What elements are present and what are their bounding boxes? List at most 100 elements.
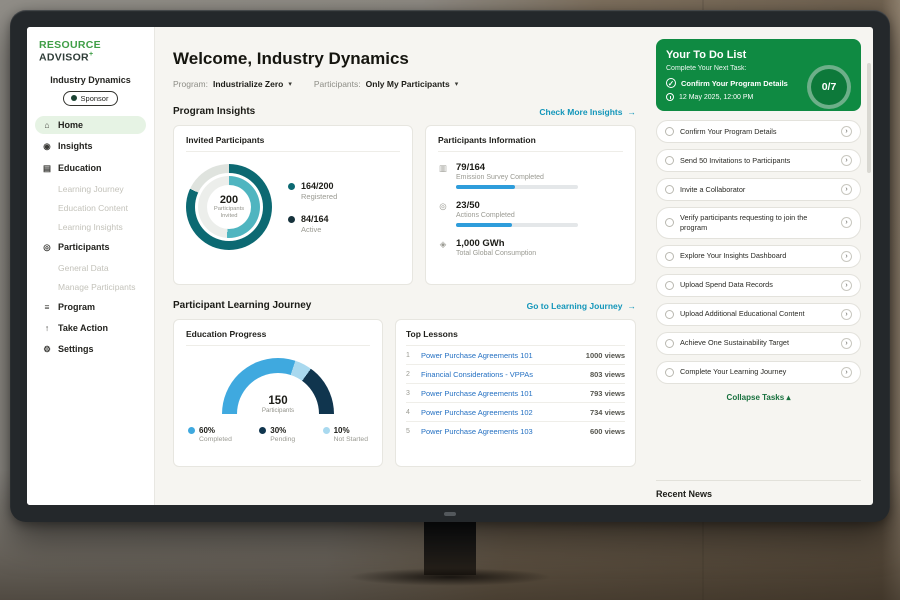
invited-participants-card: Invited Participants 200 Participants In… [173,125,413,285]
legend-label: Active [301,225,329,234]
chevron-up-icon: ▴ [786,393,790,402]
task-checkbox[interactable] [665,185,674,194]
sidebar-item-education[interactable]: ▤ Education [35,159,146,178]
stat-global-consumption: ◈ 1,000 GWh Total Global Consumption [438,238,623,257]
chevron-right-icon[interactable]: › [841,309,852,320]
participants-information-card: Participants Information ▥ 79/164 Emissi… [425,125,636,285]
sidebar-item-general-data[interactable]: General Data [35,260,146,276]
legend-dot [288,216,295,223]
home-icon: ⌂ [42,120,52,130]
lesson-link[interactable]: Power Purchase Agreements 102 [421,408,583,417]
stat-label: Total Global Consumption [456,250,536,257]
task-checkbox[interactable] [665,127,674,136]
lesson-rank: 4 [406,409,414,416]
legend-label: Pending [270,436,295,443]
chevron-right-icon[interactable]: › [841,367,852,378]
chevron-right-icon[interactable]: › [841,251,852,262]
task-item-confirm-program[interactable]: Confirm Your Program Details › [656,120,861,143]
sidebar: RESOURCE ADVISOR+ Industry Dynamics Spon… [27,27,155,505]
lesson-rank: 1 [406,352,414,359]
legend-value: 164/200 [301,181,337,191]
task-checkbox[interactable] [665,156,674,165]
task-checkbox[interactable] [665,339,674,348]
lesson-link[interactable]: Power Purchase Agreements 103 [421,427,583,436]
task-item-upload-educational-content[interactable]: Upload Additional Educational Content › [656,303,861,326]
task-label: Upload Spend Data Records [680,280,835,290]
sponsor-badge-label: Sponsor [81,94,109,103]
chevron-right-icon[interactable]: › [841,126,852,137]
sidebar-item-learning-journey[interactable]: Learning Journey [35,181,146,197]
chevron-right-icon[interactable]: › [841,217,852,228]
monitor-stand [424,521,476,575]
donut-center-value: 200 [220,194,238,206]
sidebar-item-insights[interactable]: ◉ Insights [35,137,146,156]
scrollbar[interactable] [867,63,871,173]
task-item-explore-insights[interactable]: Explore Your Insights Dashboard › [656,245,861,268]
participants-dropdown[interactable]: Participants: Only My Participants ▾ [314,79,458,89]
todo-next-task: ✓ Confirm Your Program Details [666,78,806,88]
task-item-send-invitations[interactable]: Send 50 Invitations to Participants › [656,149,861,172]
task-label: Complete Your Learning Journey [680,367,835,377]
lesson-rank: 3 [406,390,414,397]
task-label: Upload Additional Educational Content [680,309,835,319]
task-item-upload-spend-data[interactable]: Upload Spend Data Records › [656,274,861,297]
legend-dot [259,427,266,434]
task-item-invite-collaborator[interactable]: Invite a Collaborator › [656,178,861,201]
lesson-link[interactable]: Power Purchase Agreements 101 [421,351,579,360]
take-action-icon: ↑ [42,323,52,333]
sidebar-item-program[interactable]: ≡ Program [35,298,146,316]
invited-participants-donut-chart: 200 Participants Invited [186,164,272,250]
brand-primary: RESOURCE [39,39,101,51]
sponsor-badge: Sponsor [63,91,119,106]
program-label: Program: [173,79,208,89]
sidebar-item-label: Take Action [58,323,108,333]
sidebar-item-learning-insights[interactable]: Learning Insights [35,219,146,235]
sponsor-dot-icon [71,95,77,101]
chevron-right-icon[interactable]: › [841,155,852,166]
sidebar-item-manage-participants[interactable]: Manage Participants [35,279,146,295]
education-progress-gauge-chart: 150 Participants [222,358,334,414]
stat-emission-survey: ▥ 79/164 Emission Survey Completed [438,162,623,189]
top-lessons-card: Top Lessons 1 Power Purchase Agreements … [395,319,636,467]
legend-dot [323,427,330,434]
link-label: Check More Insights [539,107,622,117]
task-item-complete-learning-journey[interactable]: Complete Your Learning Journey › [656,361,861,384]
sidebar-item-settings[interactable]: ⚙ Settings [35,340,146,359]
go-to-learning-journey-link[interactable]: Go to Learning Journey → [527,301,636,311]
task-label: Verify participants requesting to join t… [680,213,835,233]
lesson-link[interactable]: Financial Considerations - VPPAs [421,370,583,379]
task-checkbox[interactable] [665,368,674,377]
task-checkbox[interactable] [665,310,674,319]
task-checkbox[interactable] [665,281,674,290]
monitor-bezel: RESOURCE ADVISOR+ Industry Dynamics Spon… [10,10,890,522]
task-item-achieve-target[interactable]: Achieve One Sustainability Target › [656,332,861,355]
legend-item-active: 84/164 Active [288,214,337,234]
sidebar-item-education-content[interactable]: Education Content [35,200,146,216]
education-icon: ▤ [42,163,52,174]
chevron-right-icon[interactable]: › [841,184,852,195]
task-checkbox[interactable] [665,252,674,261]
gauge-center-value: 150 [268,395,287,407]
sidebar-item-take-action[interactable]: ↑ Take Action [35,319,146,337]
clock-icon [666,93,674,101]
chevron-right-icon[interactable]: › [841,280,852,291]
arrow-right-icon: → [628,107,637,117]
task-checkbox[interactable] [665,218,674,227]
lesson-link[interactable]: Power Purchase Agreements 101 [421,389,583,398]
legend-value: 30% [270,426,286,435]
participants-icon: ◎ [42,242,52,253]
program-dropdown[interactable]: Program: Industrialize Zero ▾ [173,79,292,89]
actions-icon: ◎ [438,201,448,227]
lesson-row: 1 Power Purchase Agreements 101 1000 vie… [406,346,625,365]
gear-icon: ⚙ [42,344,52,355]
sidebar-item-participants[interactable]: ◎ Participants [35,238,146,257]
brand-logo: RESOURCE ADVISOR+ [35,39,146,64]
check-more-insights-link[interactable]: Check More Insights → [539,107,636,117]
brand-secondary: ADVISOR [39,52,89,64]
chevron-right-icon[interactable]: › [841,338,852,349]
legend-value: 84/164 [301,214,329,224]
program-insights-section-header: Program Insights Check More Insights → [173,106,636,117]
sidebar-item-home[interactable]: ⌂ Home [35,116,146,134]
collapse-tasks-link[interactable]: Collapse Tasks ▴ [656,393,861,402]
task-item-verify-participants[interactable]: Verify participants requesting to join t… [656,207,861,239]
